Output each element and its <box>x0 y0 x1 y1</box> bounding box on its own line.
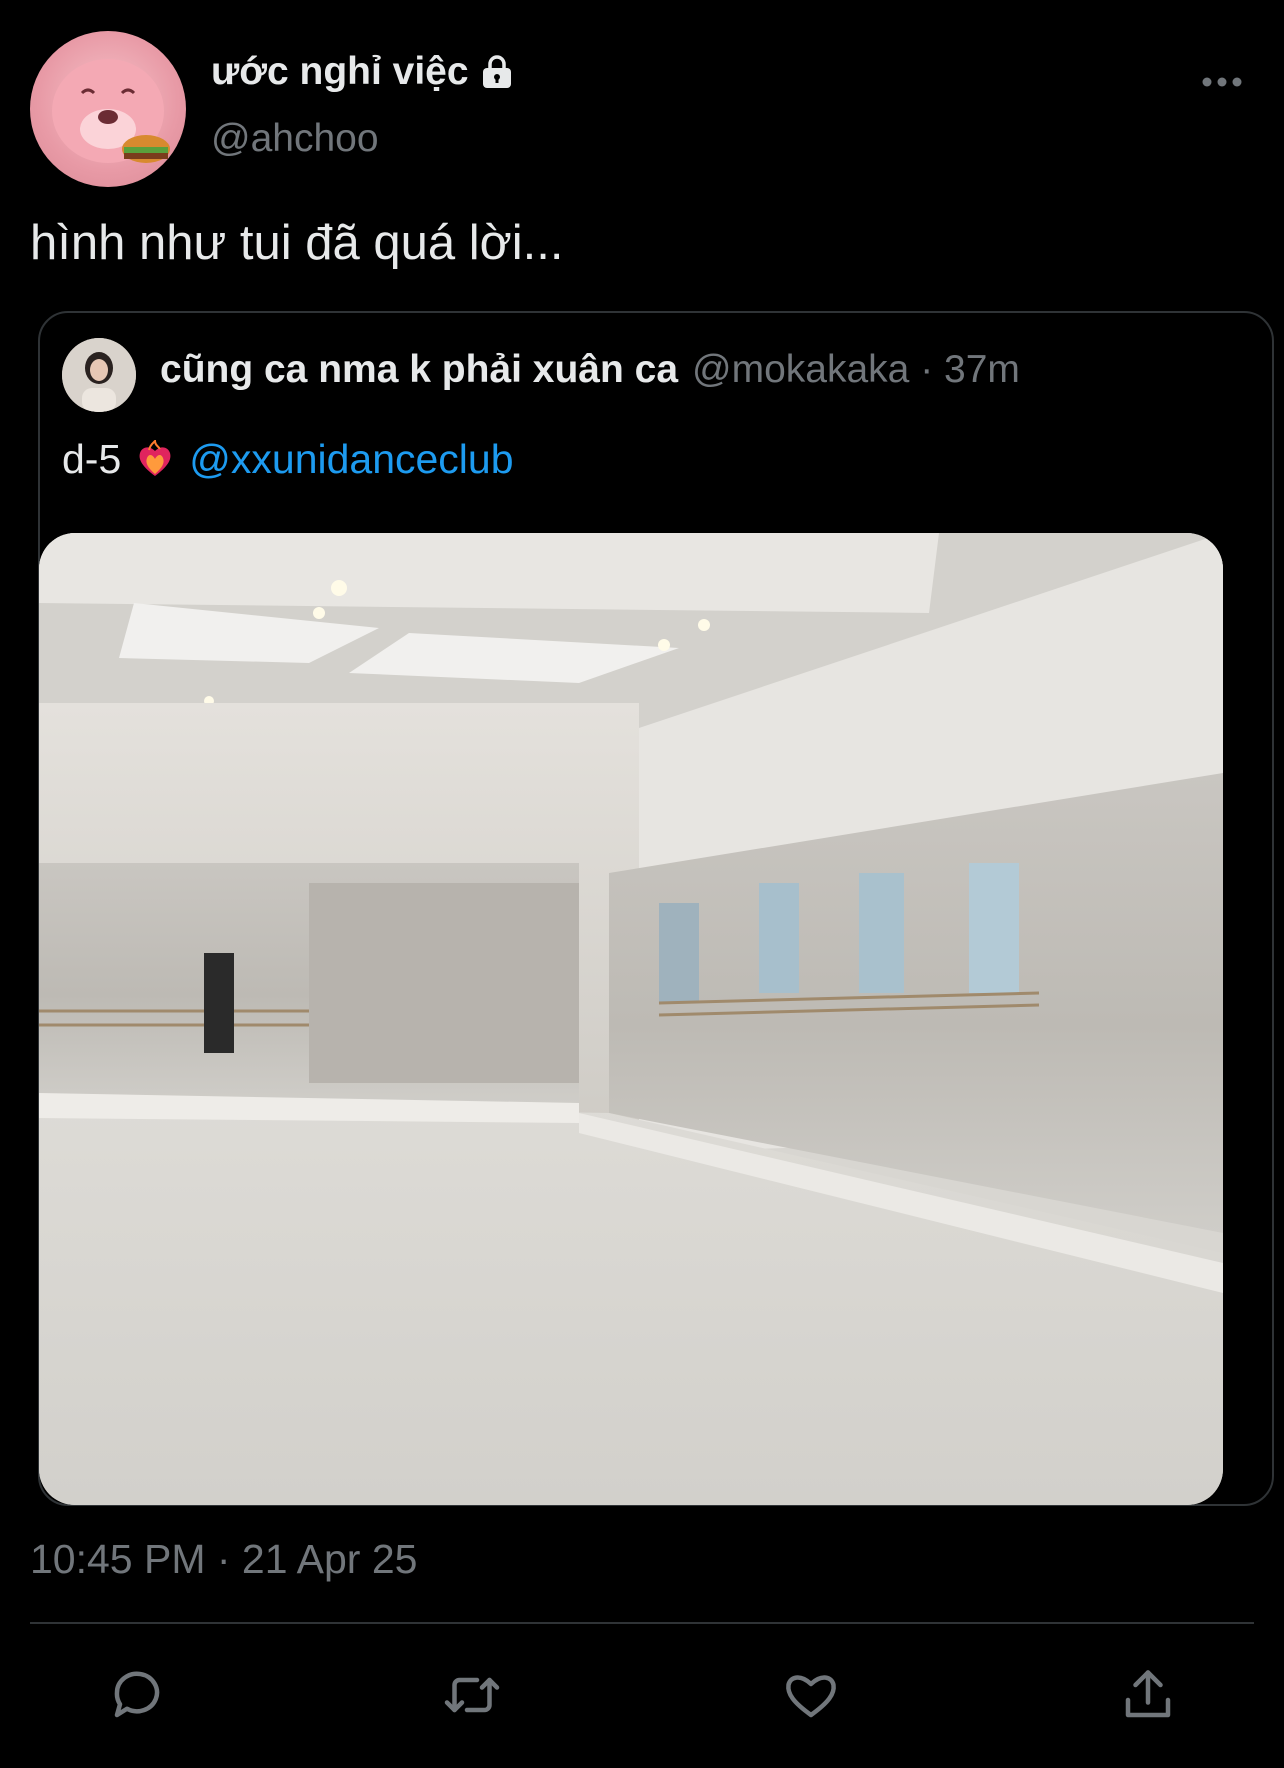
retweet-button[interactable] <box>440 1665 504 1729</box>
quoted-display-name[interactable]: cũng ca nma k phải xuân ca <box>160 348 678 392</box>
heart-on-fire-icon <box>135 438 175 480</box>
quoted-mention-link[interactable]: @xxunidanceclub <box>189 436 513 483</box>
reply-icon <box>107 1665 167 1730</box>
tweet-timestamp[interactable]: 10:45 PM · 21 Apr 25 <box>30 1536 417 1583</box>
quoted-text-prefix: d-5 <box>62 436 122 482</box>
quoted-avatar[interactable] <box>62 338 136 412</box>
reply-button[interactable] <box>105 1665 169 1729</box>
heart-icon <box>781 1665 841 1730</box>
share-icon <box>1118 1665 1178 1730</box>
retweet-icon <box>442 1665 502 1730</box>
display-name-row: ước nghỉ việc <box>211 50 515 94</box>
more-dots-icon[interactable] <box>1200 70 1244 94</box>
quoted-handle-time: @mokakaka · 37m <box>692 348 1020 391</box>
quoted-header: cũng ca nma k phải xuân ca @mokakaka · 3… <box>160 348 1020 392</box>
divider <box>30 1622 1254 1624</box>
lock-icon <box>479 55 515 89</box>
avatar[interactable] <box>30 31 186 187</box>
like-button[interactable] <box>779 1665 843 1729</box>
display-name[interactable]: ước nghỉ việc <box>211 50 469 94</box>
tweet-text: hình như tui đã quá lời... <box>30 216 564 270</box>
dance-studio-photo[interactable] <box>39 533 1223 1505</box>
share-button[interactable] <box>1116 1665 1180 1729</box>
handle[interactable]: @ahchoo <box>211 117 379 161</box>
quoted-text: d-5 @xxunidanceclub <box>62 436 514 483</box>
